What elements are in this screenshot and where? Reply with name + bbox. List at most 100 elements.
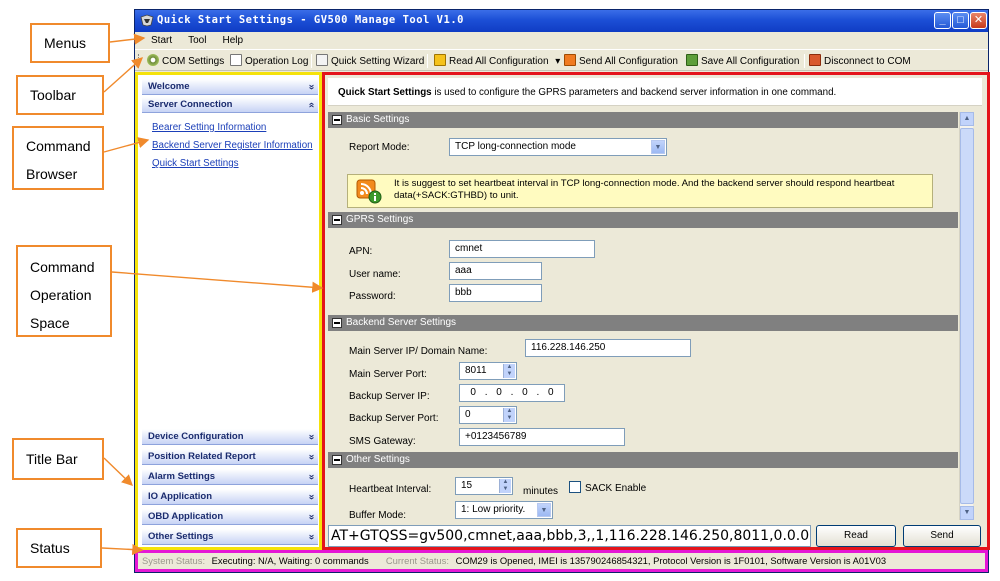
scroll-up-icon[interactable]: ▲ [960, 112, 974, 126]
collapse-icon[interactable] [332, 115, 342, 125]
log-icon [230, 54, 242, 66]
heartbeat-interval-input[interactable]: 15 ▲ ▼ [455, 477, 513, 495]
backup-server-port-label: Backup Server Port: [349, 413, 439, 424]
report-mode-label: Report Mode: [349, 142, 410, 153]
callout-title-bar: Title Bar [12, 438, 104, 480]
backend-server-header: Backend Server Settings [346, 317, 457, 328]
sack-enable-checkbox[interactable] [569, 481, 581, 493]
report-mode-value: TCP long-connection mode [455, 141, 576, 152]
callout-status: Status [16, 528, 102, 568]
read-button[interactable]: Read [816, 525, 896, 547]
read-all-config-button[interactable]: Read All Configuration ▾ [434, 54, 560, 68]
section-basic-settings[interactable]: Basic Settings [328, 112, 958, 128]
callout-toolbar: Toolbar [16, 75, 104, 115]
read-all-dropdown-icon[interactable]: ▾ [555, 56, 560, 67]
user-name-label: User name: [349, 269, 401, 280]
operation-log-label: Operation Log [245, 56, 309, 67]
disconnect-com-label: Disconnect to COM [824, 56, 911, 67]
main-server-port-input[interactable]: 8011 ▲ ▼ [459, 362, 517, 380]
buffer-mode-select[interactable]: 1: Low priority. ▼ [455, 501, 553, 519]
chevron-down-icon: » [306, 534, 318, 540]
callout-browser-line2: Browser [26, 166, 78, 182]
vertical-scrollbar[interactable]: ▲ ▼ [959, 112, 974, 520]
section-position-report[interactable]: Position Related Report » [142, 449, 318, 465]
user-name-input[interactable]: aaa [449, 262, 542, 280]
sms-gateway-input[interactable]: +0123456789 [459, 428, 625, 446]
command-output[interactable]: AT+GTQSS=gv500,cmnet,aaa,bbb,3,,1,116.22… [328, 525, 811, 547]
section-other-settings[interactable]: Other Settings » [142, 529, 318, 545]
callout-command-browser: Command Browser [12, 126, 104, 190]
disconnect-com-button[interactable]: Disconnect to COM [809, 54, 911, 68]
stepper-icon[interactable]: ▲ ▼ [503, 408, 515, 422]
minimize-button[interactable]: _ [934, 12, 951, 29]
callout-menus: Menus [30, 23, 110, 63]
toolbar-separator [311, 54, 312, 68]
chevron-down-icon: » [306, 454, 318, 460]
section-welcome[interactable]: Welcome » [142, 79, 318, 95]
backup-server-ip-input[interactable]: 0 . 0 . 0 . 0 [459, 384, 565, 402]
heartbeat-unit-label: minutes [523, 486, 559, 497]
section-obd-application[interactable]: OBD Application » [142, 509, 318, 525]
title-bar[interactable]: Quick Start Settings - GV500 Manage Tool… [135, 10, 988, 32]
send-all-config-button[interactable]: Send All Configuration [564, 54, 678, 68]
maximize-button[interactable]: □ [952, 12, 969, 29]
system-status-value: Executing: N/A, Waiting: 0 commands [211, 555, 369, 566]
chevron-down-icon: » [306, 494, 318, 500]
main-server-ip-label: Main Server IP/ Domain Name: [349, 346, 488, 357]
chevron-down-icon: » [306, 474, 318, 480]
read-icon [434, 54, 446, 66]
main-server-port-label: Main Server Port: [349, 369, 427, 380]
menu-help[interactable]: Help [214, 32, 251, 46]
section-position-report-label: Position Related Report [148, 451, 256, 462]
toolbar-grip[interactable] [138, 54, 141, 68]
chevron-up-icon: « [306, 102, 318, 108]
password-input[interactable]: bbb [449, 284, 542, 302]
save-icon [686, 54, 698, 66]
callout-space-line3: Space [30, 315, 70, 331]
collapse-icon[interactable] [332, 318, 342, 328]
sack-enable-label: SACK Enable [585, 483, 647, 494]
section-gprs-settings[interactable]: GPRS Settings [328, 212, 958, 228]
collapse-icon[interactable] [332, 455, 342, 465]
send-button[interactable]: Send [903, 525, 981, 547]
menu-start[interactable]: Start [143, 32, 180, 46]
section-device-configuration[interactable]: Device Configuration » [142, 429, 318, 445]
chevron-down-icon: ▼ [651, 140, 665, 154]
save-all-config-button[interactable]: Save All Configuration [686, 54, 799, 68]
section-alarm-settings[interactable]: Alarm Settings » [142, 469, 318, 485]
main-server-ip-input[interactable]: 116.228.146.250 [525, 339, 691, 357]
command-browser: Welcome » Server Connection « Bearer Set… [135, 72, 322, 550]
section-io-application-label: IO Application [148, 491, 213, 502]
section-io-application[interactable]: IO Application » [142, 489, 318, 505]
arrow-title-bar [103, 457, 134, 486]
close-button[interactable]: ✕ [970, 12, 987, 29]
section-backend-server[interactable]: Backend Server Settings [328, 315, 958, 331]
link-backend-server-register[interactable]: Backend Server Register Information [152, 140, 313, 151]
collapse-icon[interactable] [332, 215, 342, 225]
scrollbar-thumb[interactable] [960, 128, 974, 504]
window-title: Quick Start Settings - GV500 Manage Tool… [157, 14, 464, 26]
backup-server-port-input[interactable]: 0 ▲ ▼ [459, 406, 517, 424]
description-text: is used to configure the GPRS parameters… [431, 87, 837, 98]
link-quick-start-settings[interactable]: Quick Start Settings [152, 158, 239, 169]
gear-icon [147, 54, 159, 66]
disconnect-icon [809, 54, 821, 66]
current-status-value: COM29 is Opened, IMEI is 135790246854321… [455, 555, 887, 566]
com-settings-button[interactable]: COM Settings [147, 54, 224, 68]
operation-log-button[interactable]: Operation Log [230, 54, 308, 68]
quick-setting-wizard-button[interactable]: Quick Setting Wizard [316, 54, 424, 68]
heartbeat-note: It is suggest to set heartbeat interval … [347, 174, 933, 208]
link-bearer-setting[interactable]: Bearer Setting Information [152, 122, 266, 133]
menu-bar: Start Tool Help [135, 32, 988, 49]
heartbeat-note-text: It is suggest to set heartbeat interval … [394, 178, 895, 201]
stepper-icon[interactable]: ▲ ▼ [503, 364, 515, 378]
callout-browser-line1: Command [26, 138, 91, 154]
section-other-settings[interactable]: Other Settings [328, 452, 958, 468]
scroll-down-icon[interactable]: ▼ [960, 506, 974, 520]
stepper-icon[interactable]: ▲ ▼ [499, 479, 511, 493]
section-server-connection[interactable]: Server Connection « [142, 97, 318, 113]
chevron-down-icon: ▼ [537, 503, 551, 517]
menu-tool[interactable]: Tool [180, 32, 214, 46]
report-mode-select[interactable]: TCP long-connection mode ▼ [449, 138, 667, 156]
apn-input[interactable]: cmnet [449, 240, 595, 258]
